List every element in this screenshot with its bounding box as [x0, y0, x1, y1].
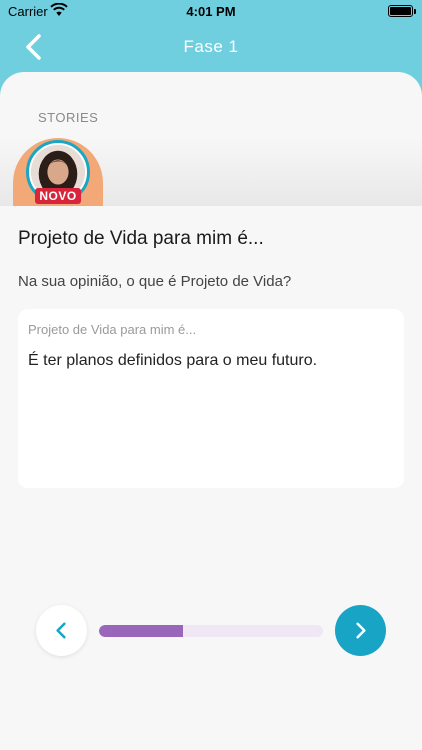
back-button[interactable] [20, 32, 50, 62]
answer-placeholder: Projeto de Vida para mim é... [28, 322, 197, 337]
question-subtitle: Na sua opinião, o que é Projeto de Vida? [18, 273, 292, 290]
progress-fill [99, 625, 183, 637]
stories-strip: NOVO [0, 138, 422, 206]
progress-bar [99, 625, 323, 637]
status-bar: Carrier 4:01 PM [0, 0, 422, 22]
question-title: Projeto de Vida para mim é... [18, 228, 264, 249]
wifi-icon [50, 3, 68, 16]
answer-field[interactable]: Projeto de Vida para mim é... É ter plan… [18, 309, 404, 488]
app-screen: Carrier 4:01 PM Fase 1 STORIES NOVO Proj… [0, 0, 422, 750]
story-item[interactable]: NOVO [13, 138, 103, 206]
nav-bar: Fase 1 [0, 22, 422, 72]
chevron-left-icon [26, 34, 41, 60]
answer-text[interactable]: É ter planos definidos para o meu futuro… [28, 352, 394, 370]
previous-button[interactable] [36, 605, 87, 656]
battery-icon [388, 5, 416, 17]
new-badge: NOVO [35, 188, 81, 204]
next-button[interactable] [335, 605, 386, 656]
stories-label: STORIES [38, 110, 99, 125]
chevron-left-icon [56, 622, 66, 639]
chevron-right-icon [356, 622, 366, 639]
page-title: Fase 1 [183, 37, 239, 56]
carrier-label: Carrier [8, 4, 48, 19]
